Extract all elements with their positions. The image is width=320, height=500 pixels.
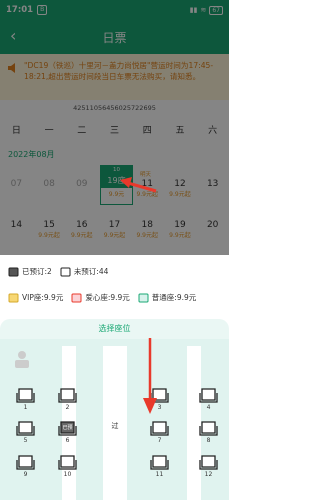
- legend-row-1: 已预订:2 未预订:44: [8, 266, 108, 277]
- seat-number: 12: [204, 471, 213, 478]
- seat-icon: [58, 455, 77, 470]
- legend-unbooked-text: 未预订:44: [73, 267, 109, 276]
- seat-number: 2: [65, 404, 70, 411]
- seat-1[interactable]: 1: [16, 387, 35, 414]
- seat-icon: [16, 388, 35, 403]
- choose-seat-title: 选择座位: [0, 319, 229, 339]
- seat-number: 7: [157, 437, 162, 444]
- seat-icon: [199, 421, 218, 436]
- seat-icon: [150, 455, 169, 470]
- seat-number: 10: [63, 471, 72, 478]
- seat-icon: [150, 421, 169, 436]
- seat-number: 4: [206, 404, 211, 411]
- legend-normal-text: 普通座:9.9元: [151, 293, 197, 302]
- seat-number: 5: [23, 437, 28, 444]
- vip-seat-icon: [8, 293, 19, 302]
- seat-number: 8: [206, 437, 211, 444]
- seat-9[interactable]: 9: [16, 454, 35, 481]
- seat-icon: [199, 455, 218, 470]
- legend-vip: VIP座:9.9元: [8, 292, 63, 303]
- seat-10[interactable]: 10: [58, 454, 77, 481]
- normal-seat-icon: [138, 293, 149, 302]
- legend-love-text: 爱心座:9.9元: [85, 293, 130, 302]
- legend-unbooked: 未预订:44: [60, 266, 109, 277]
- seat-icon: [199, 388, 218, 403]
- seat-booked-label: 已预: [62, 425, 73, 431]
- love-seat-icon: [71, 293, 82, 302]
- app-root: 17:01 B ▮▮ ≋ 67 ‹ 日票 "DC19（铁巡）十里河－盖力尚悦居"…: [0, 0, 229, 500]
- dim-overlay[interactable]: [0, 0, 229, 255]
- seat-number: 6: [65, 437, 70, 444]
- seat-icon: [16, 455, 35, 470]
- seat-8[interactable]: 8: [199, 420, 218, 447]
- seat-4[interactable]: 4: [199, 387, 218, 414]
- legend-normal: 普通座:9.9元: [138, 292, 196, 303]
- seat-booked-icon: [8, 267, 19, 276]
- seat-5[interactable]: 5: [16, 420, 35, 447]
- seat-12[interactable]: 12: [199, 454, 218, 481]
- seat-number: 9: [23, 471, 28, 478]
- driver-icon: [15, 351, 29, 368]
- legend-love: 爱心座:9.9元: [71, 292, 130, 303]
- legend-booked-text: 已预订:2: [22, 267, 52, 276]
- legend-booked: 已预订:2: [8, 266, 52, 277]
- seat-free-icon: [60, 267, 71, 276]
- seat-number: 1: [23, 404, 28, 411]
- seat-icon: [16, 421, 35, 436]
- seat-2[interactable]: 2: [58, 387, 77, 414]
- seat-3[interactable]: 3: [150, 387, 169, 414]
- seat-number: 3: [157, 404, 162, 411]
- seat-7[interactable]: 7: [150, 420, 169, 447]
- seat-number: 11: [155, 471, 164, 478]
- seat-11[interactable]: 11: [150, 454, 169, 481]
- legend-vip-text: VIP座:9.9元: [22, 293, 64, 302]
- legend-row-2: VIP座:9.9元 爱心座:9.9元 普通座:9.9元: [8, 292, 196, 303]
- aisle-label: 过: [111, 422, 119, 430]
- seat-6: 6 已预: [58, 420, 77, 447]
- seat-icon: [58, 388, 77, 403]
- seat-icon: [150, 388, 169, 403]
